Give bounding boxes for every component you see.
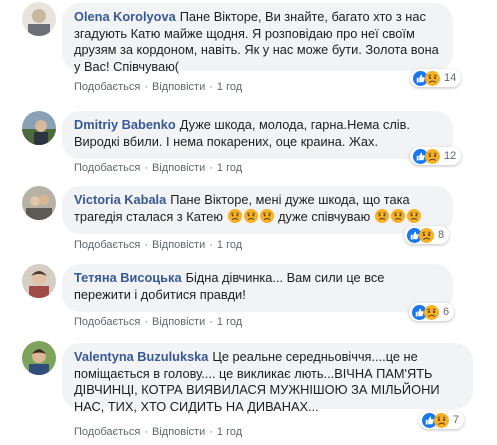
sad-face-icon: [424, 147, 441, 165]
comment-actions: Подобається · Відповісти · 1 год: [74, 426, 243, 438]
avatar[interactable]: [22, 2, 56, 36]
reaction-count: 6: [443, 306, 450, 318]
avatar[interactable]: [22, 111, 56, 145]
reply-link[interactable]: Відповісти: [152, 239, 205, 251]
comment-author[interactable]: Dmitriy Babenko: [74, 117, 176, 132]
comment-bubble: Victoria Kabala Пане Вікторе, мені дуже ш…: [62, 186, 453, 234]
comment-author[interactable]: Valentyna Buzulukska: [74, 349, 208, 364]
reaction-count: 8: [438, 229, 445, 241]
reactions-summary[interactable]: 8: [404, 226, 450, 244]
comment-timestamp[interactable]: 1 год: [217, 316, 242, 328]
comment-author[interactable]: Olena Korolyova: [74, 9, 176, 24]
comment-actions: Подобається · Відповісти · 1 год: [74, 316, 243, 328]
comment-bubble: Тетяна Висоцька Бідна дівчинка... Вам сил…: [62, 264, 453, 312]
reactions-summary[interactable]: 6: [409, 303, 455, 321]
comment-actions: Подобається · Відповісти · 1 год: [74, 81, 243, 93]
like-link[interactable]: Подобається: [74, 81, 140, 93]
sad-face-emoji: [227, 208, 243, 223]
comment-author[interactable]: Victoria Kabala: [74, 192, 166, 207]
sad-face-emoji: [259, 208, 275, 223]
like-link[interactable]: Подобається: [74, 426, 140, 438]
sad-face-emoji: [374, 208, 390, 223]
reactions-summary[interactable]: 7: [419, 411, 465, 429]
comment-bubble: Valentyna Buzulukska Це реальне середньов…: [62, 343, 473, 414]
comment-actions: Подобається · Відповісти · 1 год: [74, 239, 243, 251]
reply-link[interactable]: Відповісти: [152, 426, 205, 438]
comment-bubble: Dmitriy Babenko Дуже шкода, молода, гарна…: [62, 111, 453, 159]
reactions-summary[interactable]: 14: [410, 69, 462, 87]
comment-timestamp[interactable]: 1 год: [217, 81, 242, 93]
sad-face-icon: [418, 226, 435, 244]
avatar[interactable]: [22, 264, 56, 298]
reaction-count: 7: [453, 414, 460, 426]
like-link[interactable]: Подобається: [74, 316, 140, 328]
reaction-count: 14: [444, 72, 457, 84]
like-link[interactable]: Подобається: [74, 239, 140, 251]
comment-bubble: Olena Korolyova Пане Вікторе, Ви знайте, …: [62, 3, 453, 74]
reaction-count: 12: [444, 150, 457, 162]
comment-timestamp[interactable]: 1 год: [217, 162, 242, 174]
comment-actions: Подобається · Відповісти · 1 год: [74, 162, 243, 174]
avatar[interactable]: [22, 341, 56, 375]
sad-face-icon: [423, 303, 440, 321]
comment-text-continued: дуже співчуваю: [278, 208, 371, 224]
reply-link[interactable]: Відповісти: [152, 162, 205, 174]
avatar[interactable]: [22, 186, 56, 220]
comment-timestamp[interactable]: 1 год: [217, 426, 242, 438]
sad-face-emoji: [243, 208, 259, 223]
reply-link[interactable]: Відповісти: [152, 81, 205, 93]
sad-face-emoji: [406, 208, 422, 223]
like-link[interactable]: Подобається: [74, 162, 140, 174]
reactions-summary[interactable]: 12: [410, 147, 462, 165]
reply-link[interactable]: Відповісти: [152, 316, 205, 328]
sad-face-emoji: [390, 208, 406, 223]
comment-timestamp[interactable]: 1 год: [217, 239, 242, 251]
comment-author[interactable]: Тетяна Висоцька: [74, 270, 182, 285]
sad-face-icon: [433, 411, 450, 429]
sad-face-icon: [424, 69, 441, 87]
